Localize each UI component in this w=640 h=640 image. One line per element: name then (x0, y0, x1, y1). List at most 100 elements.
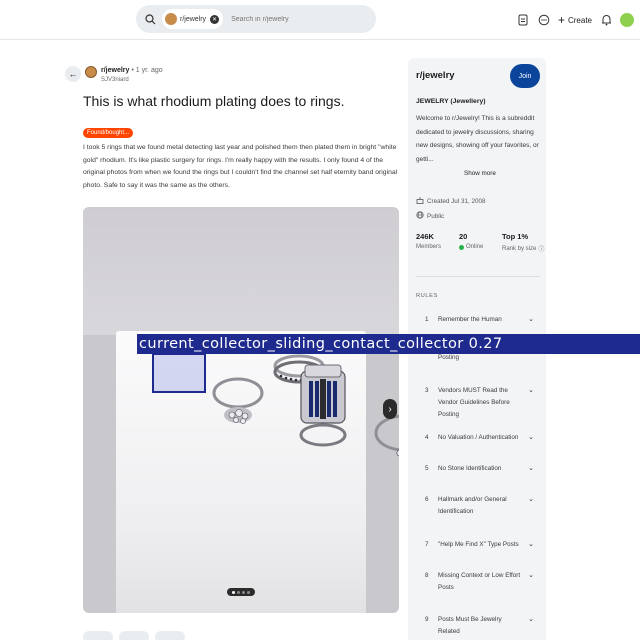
online-dot-icon (459, 244, 464, 250)
ring-diamond-wedding-set (212, 377, 264, 424)
rules-heading: RULES (416, 293, 438, 299)
chevron-down-icon: ⌄ (528, 496, 534, 503)
detection-label: current_collector_sliding_contact_collec… (137, 334, 640, 354)
rank-stat: Top 1% Rank by size ⓘ (502, 232, 544, 253)
join-button[interactable]: Join (510, 64, 540, 88)
globe-icon (416, 211, 424, 221)
rule-number: 1 (425, 316, 429, 323)
members-count: 246K (416, 232, 434, 241)
rule-text: Remember the Human (438, 316, 502, 323)
rule-text: "Help Me Find X" Type Posts (438, 541, 519, 548)
carousel-next-button[interactable]: › (383, 399, 397, 419)
community-name: r/jewelry (416, 70, 455, 81)
back-button[interactable]: ← (65, 66, 81, 82)
cake-icon (416, 196, 424, 206)
rank-label-text: Rank by size (502, 245, 537, 252)
pager-dot[interactable] (242, 590, 245, 594)
search-icon (142, 11, 158, 27)
divider (416, 276, 540, 277)
share-button[interactable] (155, 631, 185, 640)
top-bar: r/jewelry ✕ + Create (0, 0, 640, 40)
search-input[interactable] (231, 15, 372, 23)
ring-three-stone-band (374, 414, 399, 457)
advertise-icon[interactable] (516, 13, 530, 27)
chevron-down-icon: ⌄ (528, 387, 534, 394)
chevron-down-icon: ⌄ (528, 541, 534, 548)
subreddit-avatar (165, 13, 177, 25)
rule-text: No Valuation / Authentication (438, 434, 519, 441)
rule-number: 3 (425, 387, 429, 394)
arrow-left-icon: ← (68, 69, 78, 79)
info-icon[interactable]: ⓘ (538, 244, 544, 253)
bell-icon[interactable] (599, 13, 613, 27)
rule-number: 9 (425, 616, 429, 623)
rule-text: Missing Context or Low Effort Posts (438, 572, 521, 591)
comments-button[interactable] (119, 631, 149, 640)
subreddit-link[interactable]: r/jewelry (101, 67, 129, 74)
subreddit-search-chip[interactable]: r/jewelry ✕ (162, 9, 224, 29)
chat-icon[interactable] (537, 13, 551, 27)
community-description: Welcome to r/Jewelry! This is a subreddi… (416, 115, 539, 163)
pager-dot[interactable] (237, 590, 240, 594)
members-label: Members (416, 244, 441, 250)
chip-label: r/jewelry (180, 15, 207, 23)
rule-item[interactable]: 7 "Help Me Find X" Type Posts ⌄ (416, 539, 542, 551)
rule-item[interactable]: 5 No Stone Identification ⌄ (416, 463, 542, 475)
pager-dot[interactable] (232, 590, 235, 594)
rule-number: 4 (425, 434, 429, 441)
rule-item[interactable]: 6 Hallmark and/or General Identification ⌄ (416, 494, 542, 518)
online-label: Online (459, 244, 483, 250)
create-label: Create (567, 15, 592, 25)
visibility-row: Public (416, 211, 444, 221)
rule-item[interactable]: 3 Vendors MUST Read the Vendor Guidelines… (416, 385, 542, 421)
top-actions: + Create (516, 0, 640, 40)
plus-icon: + (557, 13, 565, 27)
visibility-label: Public (427, 212, 445, 220)
online-stat: 20 Online (459, 232, 483, 250)
post-flair[interactable]: Found/bought... (83, 128, 134, 138)
post-actions-bar (83, 631, 185, 640)
search-bar[interactable]: r/jewelry ✕ (136, 5, 376, 33)
online-count: 20 (459, 232, 468, 241)
chevron-down-icon: ⌄ (528, 616, 534, 623)
rule-item[interactable]: 8 Missing Context or Low Effort Posts ⌄ (416, 570, 542, 594)
created-row: Created Jul 31, 2008 (416, 196, 485, 206)
show-more-button[interactable]: Show more (464, 170, 496, 177)
carousel-pager (227, 588, 255, 596)
post-time: • 1 yr. ago (131, 67, 163, 74)
close-icon[interactable]: ✕ (210, 14, 220, 24)
detection-class: current_collector_sliding_contact_collec… (139, 336, 464, 352)
pager-dot[interactable] (247, 590, 250, 594)
rule-number: 5 (425, 465, 429, 472)
post-author[interactable]: SJV3niard (101, 77, 129, 83)
chevron-down-icon: ⌄ (528, 434, 534, 441)
members-label-text: Members (416, 244, 442, 250)
rule-number: 6 (425, 496, 429, 503)
vote-button[interactable] (83, 631, 113, 640)
photo-background (83, 207, 399, 335)
chevron-down-icon: ⌄ (528, 572, 534, 579)
rule-number: 7 (425, 541, 429, 548)
rank-value: Top 1% (502, 232, 529, 241)
user-avatar[interactable] (620, 13, 634, 27)
rule-number: 8 (425, 572, 429, 579)
rule-item[interactable]: 1 Remember the Human ⌄ (416, 314, 542, 326)
online-label-text: Online (466, 244, 484, 250)
community-title: JEWELRY (Jewellery) (416, 98, 486, 105)
rule-item[interactable]: 9 Posts Must Be Jewelry Related ⌄ (416, 614, 542, 638)
chevron-down-icon: ⌄ (528, 316, 534, 323)
rule-item[interactable]: 4 No Valuation / Authentication ⌄ (416, 432, 542, 444)
rule-text: Posts Must Be Jewelry Related (438, 616, 502, 635)
post-meta: r/jewelry • 1 yr. ago (101, 67, 163, 74)
detection-box (152, 353, 206, 393)
post-body: I took 5 rings that we found metal detec… (83, 144, 398, 189)
rule-text: No Stone Identification (438, 465, 502, 472)
post-image-carousel[interactable]: › (83, 207, 399, 613)
detection-score: 0.27 (468, 336, 503, 352)
rank-label: Rank by size ⓘ (502, 244, 544, 254)
create-button[interactable]: + Create (558, 13, 592, 27)
chevron-down-icon: ⌄ (528, 465, 534, 472)
subreddit-icon[interactable] (85, 66, 97, 78)
rule-text: Vendors MUST Read the Vendor Guidelines … (438, 387, 510, 418)
members-stat: 246K Members (416, 232, 441, 250)
